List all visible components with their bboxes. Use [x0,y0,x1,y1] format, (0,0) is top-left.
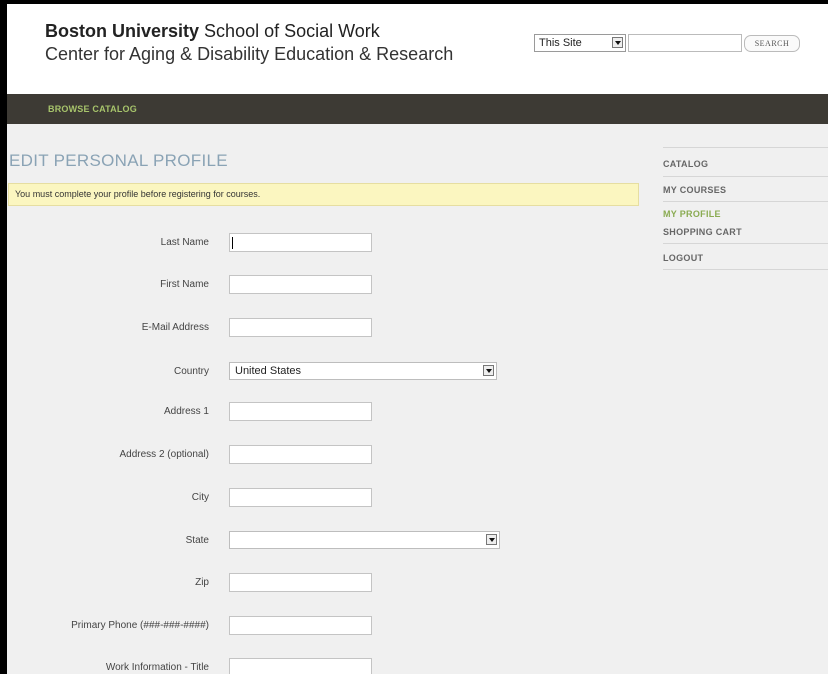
sidebar-divider [663,176,828,177]
sidebar-item-my-courses[interactable]: MY COURSES [663,185,828,195]
city-input[interactable] [229,488,372,507]
label-city: City [191,492,209,503]
label-address2: Address 2 (optional) [119,449,210,460]
work-title-input[interactable] [229,658,372,674]
brand-subtitle: Center for Aging & Disability Education … [45,44,454,64]
sidebar-item-logout[interactable]: LOGOUT [663,253,828,263]
search-input[interactable] [628,34,742,52]
label-email: E-Mail Address [141,322,209,333]
dropdown-arrow-icon[interactable] [483,365,494,376]
email-input[interactable] [229,318,372,337]
sidebar-divider [663,201,828,202]
sidebar-divider [663,147,828,148]
dropdown-arrow-icon[interactable] [612,37,623,48]
label-address1: Address 1 [163,406,209,417]
address1-input[interactable] [229,402,372,421]
sidebar-item-my-profile[interactable]: MY PROFILE [663,209,828,219]
state-select[interactable] [229,531,500,549]
main-nav-bar: BROWSE CATALOG [7,94,828,124]
dropdown-arrow-icon[interactable] [486,534,497,545]
country-select[interactable]: United States [229,362,497,380]
address2-input[interactable] [229,445,372,464]
label-country: Country [173,366,209,377]
search-button[interactable]: SEARCH [744,35,800,52]
label-state: State [185,535,209,546]
sidebar-item-catalog[interactable]: CATALOG [663,159,828,169]
nav-browse-catalog[interactable]: BROWSE CATALOG [48,104,137,114]
search-scope-value: This Site [539,37,582,49]
sidebar-item-shopping-cart[interactable]: SHOPPING CART [663,227,828,237]
search-scope-select[interactable]: This Site [534,34,626,52]
sidebar-divider [663,269,828,270]
sidebar-divider [663,243,828,244]
label-primary-phone: Primary Phone (###-###-####) [71,620,209,631]
label-zip: Zip [195,577,209,588]
primary-phone-input[interactable] [229,616,372,635]
label-last-name: Last Name [160,237,209,248]
last-name-input[interactable] [229,233,372,252]
site-brand[interactable]: Boston University School of Social Work [45,21,380,42]
brand-university: Boston University [45,21,200,41]
site-header: Boston University School of Social Work … [7,4,828,94]
text-cursor [232,237,233,249]
label-first-name: First Name [160,279,209,290]
zip-input[interactable] [229,573,372,592]
first-name-input[interactable] [229,275,372,294]
browser-viewport: Boston University School of Social Work … [7,4,828,674]
label-work-title: Work Information - Title [105,662,209,673]
brand-school: School of Social Work [204,21,380,41]
profile-notice: You must complete your profile before re… [8,183,639,206]
page-title: EDIT PERSONAL PROFILE [9,151,228,170]
country-value: United States [235,365,302,377]
